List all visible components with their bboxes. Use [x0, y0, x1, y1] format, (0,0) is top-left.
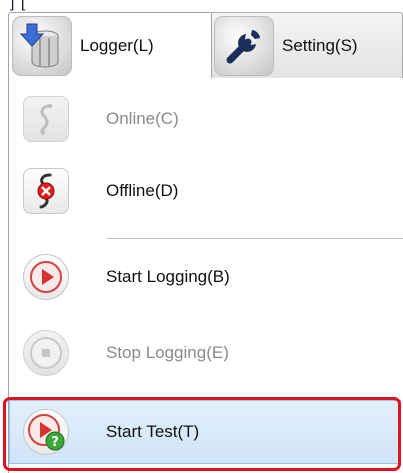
- logger-ribbon-panel: ] [ Logger(L) Setting(S) Online(C) Offli…: [0, 0, 403, 473]
- play-icon: [23, 254, 69, 300]
- menu-item-start-logging[interactable]: Start Logging(B): [9, 242, 403, 312]
- tab-logger-label: Logger(L): [80, 35, 154, 55]
- cropped-text-fragment: ] [: [10, 0, 27, 11]
- stop-icon: [23, 330, 69, 376]
- offline-icon: [23, 168, 69, 214]
- menu-separator: [107, 238, 403, 239]
- svg-text:?: ?: [51, 435, 59, 450]
- tab-logger[interactable]: Logger(L): [8, 12, 212, 78]
- menu-item-start-test-label: Start Test(T): [106, 422, 200, 441]
- tab-setting[interactable]: Setting(S): [211, 12, 403, 78]
- menu-item-offline-label: Offline(D): [106, 181, 179, 200]
- tab-setting-label: Setting(S): [282, 35, 358, 55]
- start-test-icon: ?: [23, 409, 69, 455]
- menu-item-start-test[interactable]: ? Start Test(T): [9, 400, 401, 464]
- menu-item-online[interactable]: Online(C): [9, 84, 403, 154]
- menu-item-stop-logging[interactable]: Stop Logging(E): [9, 318, 403, 388]
- menu-item-offline[interactable]: Offline(D): [9, 156, 403, 226]
- menu-item-online-label: Online(C): [106, 109, 179, 128]
- menu-item-stop-logging-label: Stop Logging(E): [106, 343, 229, 362]
- menu-item-start-logging-label: Start Logging(B): [106, 267, 230, 286]
- logger-icon: [12, 15, 72, 76]
- ribbon-tab-bar: Logger(L) Setting(S): [0, 12, 403, 78]
- online-icon: [23, 96, 69, 142]
- wrench-icon: [214, 15, 274, 76]
